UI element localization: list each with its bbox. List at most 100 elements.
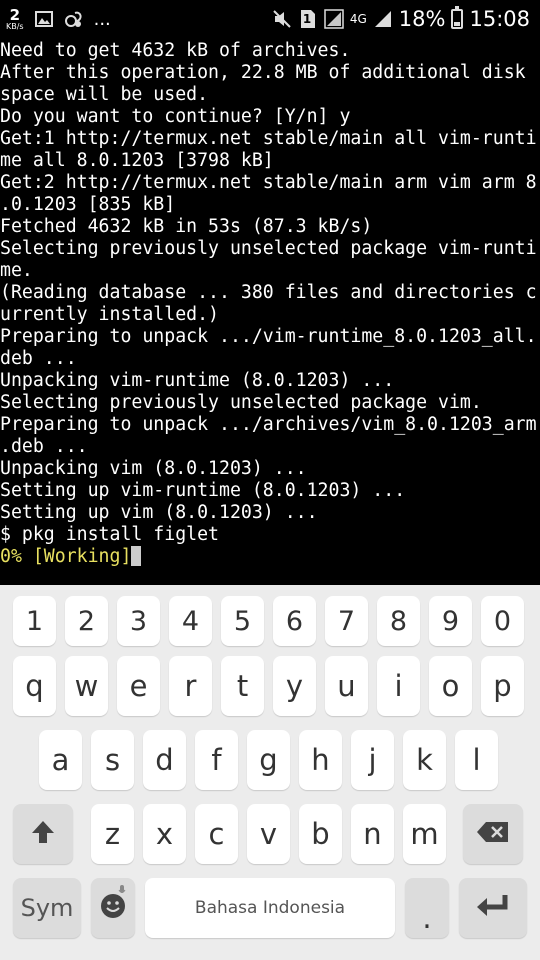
key-label: p bbox=[493, 669, 512, 703]
terminal-line: Preparing to unpack .../vim-runtime_8.0.… bbox=[0, 326, 537, 347]
key-7[interactable]: 7 bbox=[325, 596, 368, 646]
terminal-line: Get:1 http://termux.net stable/main all … bbox=[0, 128, 537, 149]
key-label: z bbox=[104, 817, 121, 851]
key-v[interactable]: v bbox=[247, 804, 290, 864]
terminal-line: Setting up vim-runtime (8.0.1203) ... bbox=[0, 480, 406, 501]
space-key-label: Bahasa Indonesia bbox=[194, 898, 346, 918]
key-label: 5 bbox=[233, 605, 252, 637]
key-label: t bbox=[236, 669, 249, 703]
shift-key[interactable] bbox=[13, 804, 73, 864]
key-6[interactable]: 6 bbox=[273, 596, 316, 646]
signal-sim1-icon bbox=[324, 9, 344, 29]
clock: 15:08 bbox=[469, 7, 530, 31]
key-a[interactable]: a bbox=[39, 730, 82, 790]
key-u[interactable]: u bbox=[325, 656, 368, 716]
key-s[interactable]: s bbox=[91, 730, 134, 790]
key-label: 4 bbox=[181, 605, 200, 637]
backspace-key[interactable] bbox=[463, 804, 523, 864]
gallery-icon bbox=[34, 9, 54, 29]
key-0[interactable]: 0 bbox=[481, 596, 524, 646]
text-cursor bbox=[131, 546, 142, 566]
key-label: w bbox=[74, 669, 99, 703]
key-label: v bbox=[259, 817, 278, 851]
key-label: k bbox=[416, 743, 433, 777]
key-label: s bbox=[104, 743, 121, 777]
key-f[interactable]: f bbox=[195, 730, 238, 790]
network-speed-unit: KB/s bbox=[6, 21, 24, 31]
terminal-line: Unpacking vim-runtime (8.0.1203) ... bbox=[0, 370, 395, 391]
key-label: y bbox=[285, 669, 304, 703]
key-g[interactable]: g bbox=[247, 730, 290, 790]
shift-arrow-icon bbox=[29, 818, 57, 850]
space-key[interactable]: Bahasa Indonesia bbox=[145, 878, 395, 938]
key-label: 3 bbox=[129, 605, 148, 637]
sym-key-label: Sym bbox=[20, 894, 74, 922]
key-5[interactable]: 5 bbox=[221, 596, 264, 646]
backspace-icon bbox=[476, 821, 510, 847]
key-m[interactable]: m bbox=[403, 804, 446, 864]
on-screen-keyboard: 1234567890 qwertyuiop asdfghjkl zxcvbnm … bbox=[0, 585, 540, 960]
network-speed: 2 KB/s bbox=[6, 5, 24, 31]
battery-percent: 18% bbox=[398, 7, 446, 31]
key-x[interactable]: x bbox=[143, 804, 186, 864]
key-z[interactable]: z bbox=[91, 804, 134, 864]
key-label: a bbox=[51, 743, 70, 777]
terminal-output[interactable]: Need to get 4632 kB of archives. After th… bbox=[0, 40, 540, 585]
network-speed-value: 2 bbox=[9, 5, 21, 24]
key-n[interactable]: n bbox=[351, 804, 394, 864]
emoji-key[interactable] bbox=[91, 878, 135, 938]
key-b[interactable]: b bbox=[299, 804, 342, 864]
key-label: h bbox=[311, 743, 330, 777]
key-j[interactable]: j bbox=[351, 730, 394, 790]
signal-strength-icon bbox=[373, 9, 393, 29]
key-label: r bbox=[184, 669, 197, 703]
key-8[interactable]: 8 bbox=[377, 596, 420, 646]
key-label: 0 bbox=[493, 605, 512, 637]
key-label: e bbox=[129, 669, 148, 703]
key-t[interactable]: t bbox=[221, 656, 264, 716]
key-9[interactable]: 9 bbox=[429, 596, 472, 646]
key-p[interactable]: p bbox=[481, 656, 524, 716]
terminal-line: After this operation, 22.8 MB of additio… bbox=[0, 62, 526, 83]
sym-key[interactable]: Sym bbox=[13, 878, 81, 938]
terminal-line: urrently installed.) bbox=[0, 304, 219, 325]
status-bar: 2 KB/s ... 1 4G 18% 15:08 bbox=[0, 0, 540, 38]
key-label: 9 bbox=[441, 605, 460, 637]
terminal-line: Selecting previously unselected package … bbox=[0, 392, 482, 413]
key-c[interactable]: c bbox=[195, 804, 238, 864]
key-label: j bbox=[368, 743, 377, 777]
progress-text: 0% [Working] bbox=[0, 546, 132, 567]
period-key[interactable]: . bbox=[405, 878, 449, 938]
key-label: c bbox=[208, 817, 225, 851]
network-type: 4G bbox=[349, 12, 367, 26]
key-w[interactable]: w bbox=[65, 656, 108, 716]
key-o[interactable]: o bbox=[429, 656, 472, 716]
key-label: u bbox=[337, 669, 356, 703]
key-d[interactable]: d bbox=[143, 730, 186, 790]
key-h[interactable]: h bbox=[299, 730, 342, 790]
terminal-line: Do you want to continue? [Y/n] y bbox=[0, 106, 351, 127]
key-q[interactable]: q bbox=[13, 656, 56, 716]
key-l[interactable]: l bbox=[455, 730, 498, 790]
key-k[interactable]: k bbox=[403, 730, 446, 790]
mute-icon bbox=[272, 9, 292, 29]
enter-icon bbox=[475, 893, 511, 923]
terminal-line: $ pkg install figlet bbox=[0, 524, 219, 545]
key-e[interactable]: e bbox=[117, 656, 160, 716]
key-label: 7 bbox=[337, 605, 356, 637]
sim-icon: 1 bbox=[298, 9, 318, 29]
squirrel-app-icon bbox=[64, 9, 84, 29]
key-label: g bbox=[259, 743, 278, 777]
key-3[interactable]: 3 bbox=[117, 596, 160, 646]
enter-key[interactable] bbox=[459, 878, 527, 938]
terminal-line: Setting up vim (8.0.1203) ... bbox=[0, 502, 318, 523]
progress-line: 0% [Working] bbox=[0, 546, 540, 568]
key-y[interactable]: y bbox=[273, 656, 316, 716]
key-label: o bbox=[441, 669, 460, 703]
key-4[interactable]: 4 bbox=[169, 596, 212, 646]
key-i[interactable]: i bbox=[377, 656, 420, 716]
key-1[interactable]: 1 bbox=[13, 596, 56, 646]
key-2[interactable]: 2 bbox=[65, 596, 108, 646]
key-r[interactable]: r bbox=[169, 656, 212, 716]
sim-slot-number: 1 bbox=[302, 12, 312, 26]
